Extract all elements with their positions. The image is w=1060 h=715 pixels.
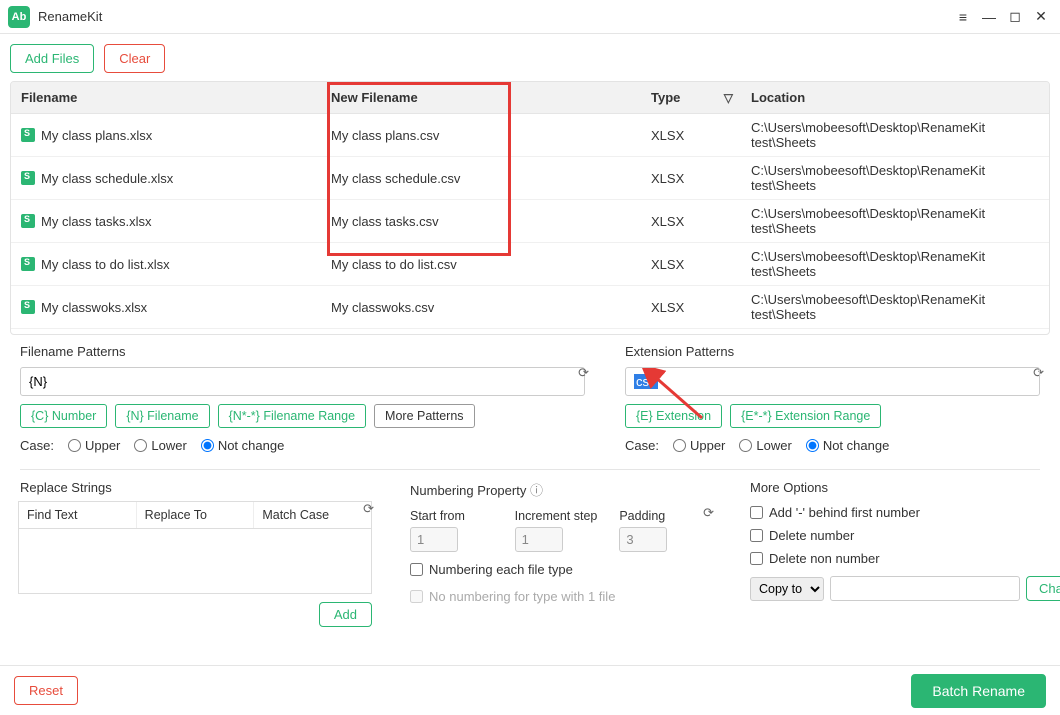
opt-dash-first[interactable]: Add '-' behind first number (740, 501, 1060, 524)
col-location[interactable]: Location (741, 82, 1049, 114)
filter-icon[interactable]: ▽ (724, 91, 733, 105)
table-row[interactable]: My class to do list.xlsxMy class to do l… (11, 243, 1049, 286)
extension-patterns-legend: Extension Patterns (625, 344, 738, 359)
cell-new-filename: My class tasks.csv (321, 200, 641, 243)
cell-type: XLSX (641, 114, 741, 157)
cell-new-filename: My classwoks.csv (321, 286, 641, 329)
maximize-icon[interactable]: ◻ (1004, 6, 1026, 28)
panel-filename-patterns: Filename Patterns ⟳ {C} Number {N} Filen… (10, 344, 595, 457)
padding-label: Padding (619, 509, 710, 523)
titlebar: Ab RenameKit ≡ — ◻ ✕ (0, 0, 1060, 34)
opt-delete-non-number[interactable]: Delete non number (740, 547, 1060, 570)
xlsx-file-icon (21, 171, 35, 185)
cell-type: XLSX (641, 286, 741, 329)
cell-location: C:\Users\mobeesoft\Desktop\RenameKit tes… (741, 200, 1049, 243)
footer: Reset Batch Rename (0, 665, 1060, 715)
opt-delete-number[interactable]: Delete number (740, 524, 1060, 547)
panel-more-options: More Options ⟳ Add '-' behind first numb… (740, 480, 1060, 640)
cell-filename: My class tasks.xlsx (11, 200, 321, 243)
cell-location: C:\Users\mobeesoft\Desktop\RenameKit tes… (741, 243, 1049, 286)
start-from-input[interactable] (410, 527, 458, 552)
copy-to-select[interactable]: Copy to (750, 577, 824, 601)
app-icon: Ab (8, 6, 30, 28)
token-filename-range[interactable]: {N*-*} Filename Range (218, 404, 366, 428)
table-row[interactable]: My class schedule.xlsxMy class schedule.… (11, 157, 1049, 200)
increment-label: Increment step (515, 509, 606, 523)
ext-case-not-change[interactable]: Not change (806, 438, 890, 453)
copy-to-path[interactable] (830, 576, 1020, 601)
cell-type: XLSX (641, 200, 741, 243)
add-files-button[interactable]: Add Files (10, 44, 94, 73)
cell-new-filename: My class plans.csv (321, 114, 641, 157)
cell-location: C:\Users\mobeesoft\Desktop\RenameKit tes… (741, 286, 1049, 329)
token-n-filename[interactable]: {N} Filename (115, 404, 209, 428)
numbering-each-type[interactable]: Numbering each file type (400, 556, 720, 583)
case-label: Case: (20, 438, 54, 453)
table-row[interactable]: My class tasks.xlsxMy class tasks.csvXLS… (11, 200, 1049, 243)
annotation-arrow (642, 368, 712, 423)
replace-table-body[interactable] (18, 528, 372, 594)
panel-numbering: Numbering Property ⓘ ⟳ Start from Increm… (400, 480, 720, 640)
table-row[interactable]: My class plans.xlsxMy class plans.csvXLS… (11, 114, 1049, 157)
files-table: Filename New Filename Type▽ Location My … (10, 81, 1050, 335)
filename-patterns-legend: Filename Patterns (20, 344, 130, 359)
increment-input[interactable] (515, 527, 563, 552)
no-numbering-one-file[interactable]: No numbering for type with 1 file (400, 583, 720, 610)
cell-filename: My class plans.xlsx (11, 114, 321, 157)
change-button[interactable]: Change (1026, 576, 1060, 601)
xlsx-file-icon (21, 214, 35, 228)
case-label: Case: (625, 438, 659, 453)
reset-button[interactable]: Reset (14, 676, 78, 705)
xlsx-file-icon (21, 128, 35, 142)
cell-filename: My classwoks.xlsx (11, 286, 321, 329)
app-title: RenameKit (38, 9, 102, 24)
replace-col-find: Find Text (19, 502, 137, 528)
xlsx-file-icon (21, 257, 35, 271)
replace-col-match: Match Case (254, 502, 371, 528)
cell-new-filename: My class schedule.csv (321, 157, 641, 200)
case-upper[interactable]: Upper (68, 438, 120, 453)
help-icon[interactable]: ⓘ (530, 483, 543, 498)
col-new-filename[interactable]: New Filename (321, 82, 641, 114)
cell-type: XLSX (641, 157, 741, 200)
cell-filename: My class to do list.xlsx (11, 243, 321, 286)
replace-col-to: Replace To (137, 502, 255, 528)
cell-location: C:\Users\mobeesoft\Desktop\RenameKit tes… (741, 157, 1049, 200)
token-c-number[interactable]: {C} Number (20, 404, 107, 428)
clear-button[interactable]: Clear (104, 44, 165, 73)
replace-add-button[interactable]: Add (319, 602, 372, 627)
toolbar: Add Files Clear (0, 34, 1060, 81)
batch-rename-button[interactable]: Batch Rename (911, 674, 1046, 708)
cell-filename: My class schedule.xlsx (11, 157, 321, 200)
refresh-icon[interactable]: ⟳ (578, 365, 589, 381)
ext-case-lower[interactable]: Lower (739, 438, 791, 453)
ext-case-upper[interactable]: Upper (673, 438, 725, 453)
minimize-icon[interactable]: — (978, 6, 1000, 28)
cell-location: C:\Users\mobeesoft\Desktop\RenameKit tes… (741, 114, 1049, 157)
col-type[interactable]: Type▽ (641, 82, 741, 114)
cell-new-filename: My class to do list.csv (321, 243, 641, 286)
refresh-icon[interactable]: ⟳ (703, 505, 714, 521)
menu-icon[interactable]: ≡ (952, 6, 974, 28)
replace-legend: Replace Strings (20, 480, 116, 495)
replace-table-header: Find Text Replace To Match Case (18, 501, 372, 528)
close-icon[interactable]: ✕ (1030, 6, 1052, 28)
token-extension-range[interactable]: {E*-*} Extension Range (730, 404, 881, 428)
refresh-icon[interactable]: ⟳ (363, 501, 374, 517)
more-patterns-button[interactable]: More Patterns (374, 404, 475, 428)
start-from-label: Start from (410, 509, 501, 523)
filename-pattern-input[interactable] (20, 367, 585, 396)
case-lower[interactable]: Lower (134, 438, 186, 453)
numbering-legend: Numbering Property ⓘ (410, 480, 547, 499)
panel-replace-strings: Replace Strings ⟳ Find Text Replace To M… (10, 480, 380, 640)
more-options-legend: More Options (750, 480, 832, 495)
col-filename[interactable]: Filename (11, 82, 321, 114)
case-not-change[interactable]: Not change (201, 438, 285, 453)
padding-input[interactable] (619, 527, 667, 552)
table-row[interactable]: My classwoks.xlsxMy classwoks.csvXLSXC:\… (11, 286, 1049, 329)
cell-type: XLSX (641, 243, 741, 286)
xlsx-file-icon (21, 300, 35, 314)
